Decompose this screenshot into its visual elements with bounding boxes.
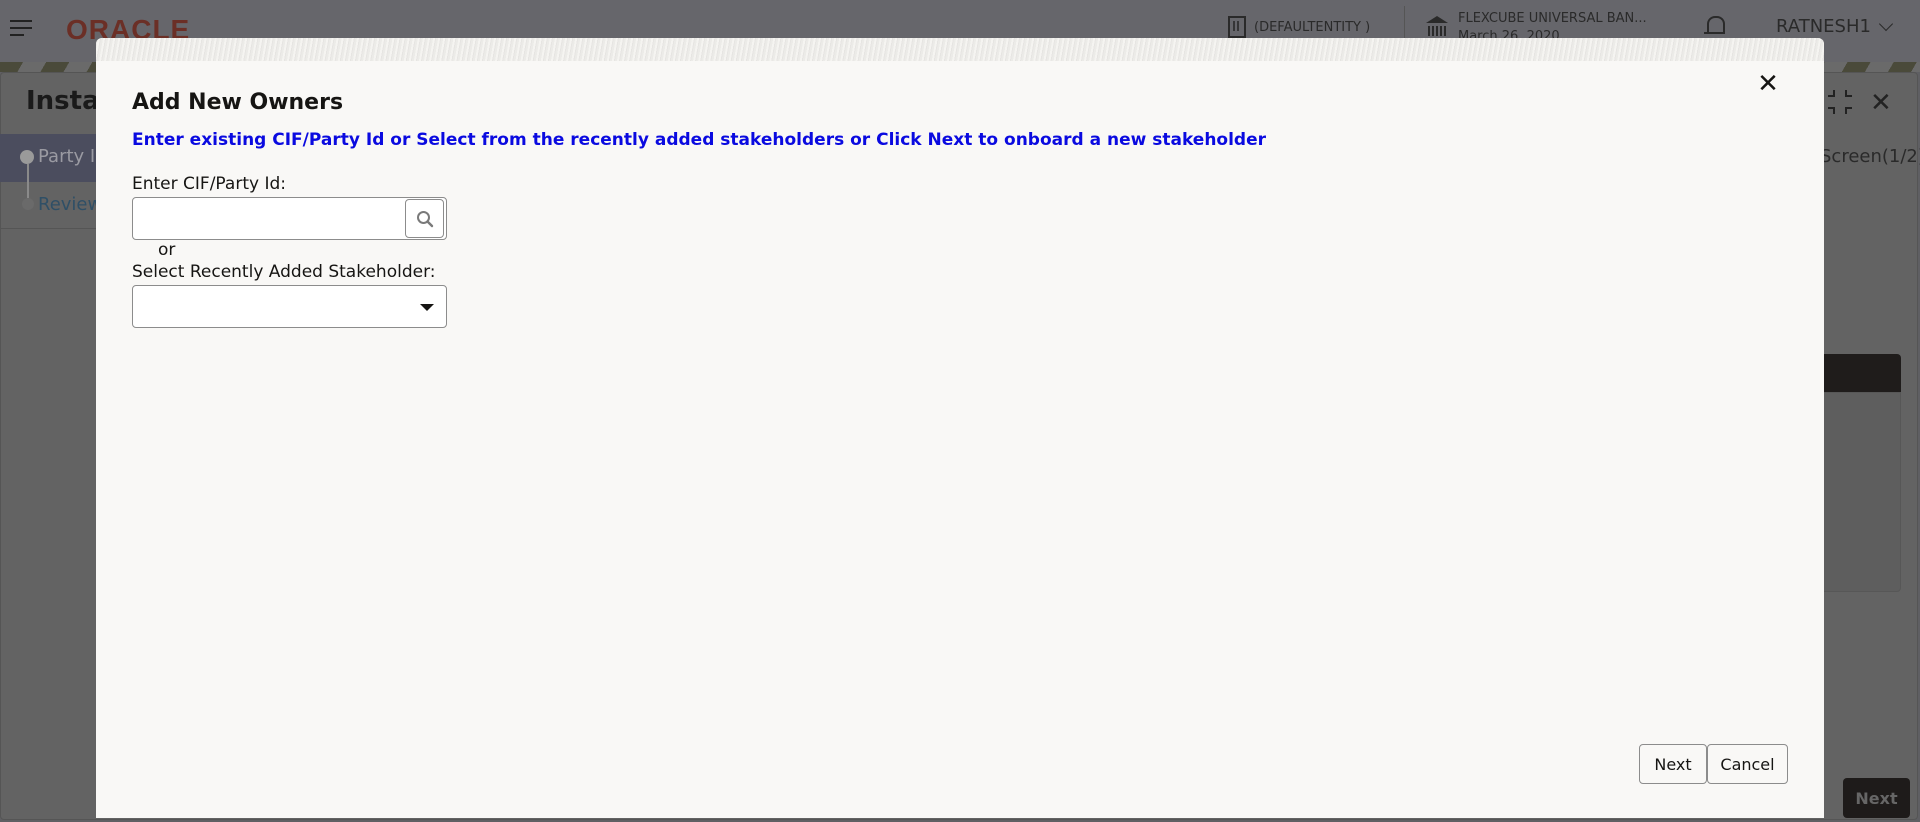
step-review[interactable]: Review [38, 194, 102, 215]
user-name: RATNESH1 [1776, 16, 1871, 37]
step-dot-icon [22, 198, 34, 210]
or-separator: or [158, 240, 176, 260]
close-icon[interactable]: ✕ [1870, 88, 1892, 118]
dialog-close-button[interactable]: ✕ [1750, 66, 1786, 102]
dialog-instruction: Enter existing CIF/Party Id or Select fr… [132, 130, 1267, 150]
chevron-down-icon [1878, 16, 1894, 31]
caret-down-icon [420, 304, 434, 311]
stakeholder-label: Select Recently Added Stakeholder: [132, 262, 436, 282]
entity-selector[interactable]: (DEFAULTENTITY ) [1228, 16, 1370, 38]
cif-party-id-input[interactable] [133, 198, 403, 239]
next-button[interactable]: Next [1639, 744, 1707, 784]
close-icon: ✕ [1757, 69, 1779, 99]
step-connector [27, 164, 29, 198]
stakeholder-select[interactable] [132, 285, 447, 328]
background-next-button[interactable]: Next [1843, 778, 1910, 818]
dialog-header-band [96, 38, 1824, 61]
cancel-button[interactable]: Cancel [1707, 744, 1788, 784]
background-section-box [1820, 392, 1901, 592]
entity-label: (DEFAULTENTITY ) [1254, 19, 1371, 35]
search-button[interactable] [405, 199, 444, 238]
user-menu[interactable]: RATNESH1 [1776, 16, 1894, 37]
search-icon [416, 210, 433, 227]
hamburger-menu-icon[interactable] [10, 20, 32, 36]
divider [0, 228, 100, 229]
cif-input-group [132, 197, 447, 240]
bank-icon [1426, 16, 1448, 38]
notification-bell-icon[interactable] [1704, 16, 1725, 40]
minimize-icon[interactable] [1828, 90, 1852, 114]
dialog-title: Add New Owners [132, 90, 344, 115]
bank-name: FLEXCUBE UNIVERSAL BAN... [1458, 11, 1647, 26]
screen-indicator: Screen(1/2) [1820, 146, 1920, 167]
step-dot-icon [20, 150, 34, 164]
cif-label: Enter CIF/Party Id: [132, 174, 286, 194]
add-new-owners-dialog: Add New Owners ✕ Enter existing CIF/Part… [96, 38, 1824, 818]
background-page-title: Insta [26, 86, 100, 116]
background-section-header [1820, 354, 1901, 392]
building-icon [1228, 16, 1246, 38]
